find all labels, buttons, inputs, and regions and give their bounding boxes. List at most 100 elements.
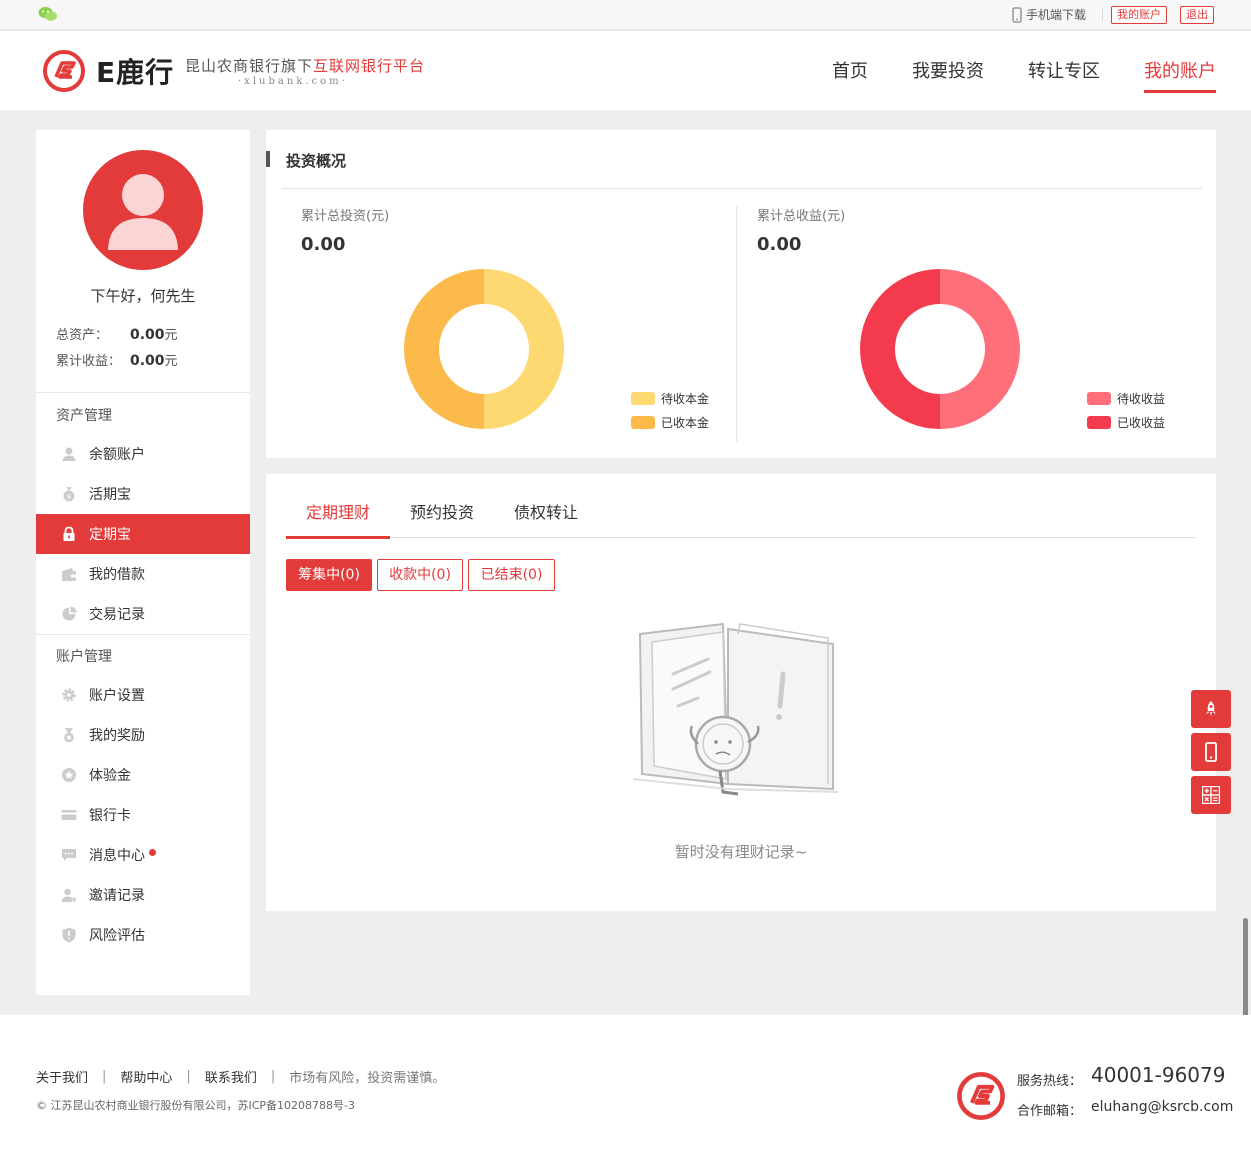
total-investment-value: 0.00 [301,234,346,255]
sidebar-item-label: 我的借款 [89,567,145,583]
mobile-download-label: 手机端下载 [1026,8,1087,22]
slogan-part2: 互联网银行平台 [313,57,426,75]
footer: 关于我们 | 帮助中心 | 联系我们 | 市场有风险，投资需谨慎。 © 江苏昆山… [0,1015,1251,1156]
donut-slice-待收收益 [940,269,1020,429]
sidebar-item-invites[interactable]: 邀请记录 [36,875,250,915]
nav-invest[interactable]: 我要投资 [912,57,984,83]
divider [736,206,737,442]
user-icon [62,447,76,461]
calculator-button[interactable] [1191,776,1231,814]
back-to-top-button[interactable] [1191,690,1231,728]
sidebar-item-rewards[interactable]: 我的奖励 [36,715,250,755]
nav-transfer[interactable]: 转让专区 [1028,57,1100,83]
sidebar-item-label: 交易记录 [89,607,145,623]
sidebar-item-label: 邀请记录 [89,888,145,904]
copyright: © 江苏昆山农村商业银行股份有限公司，苏ICP备10208788号-3 [36,1099,356,1112]
sidebar-item-label: 风险评估 [89,928,145,944]
sidebar-item-fixed[interactable]: 定期宝 [36,514,250,554]
medal-icon [64,728,74,743]
avatar[interactable] [83,150,203,270]
unread-dot [149,848,156,856]
sidebar-item-messages[interactable]: 消息中心 [36,835,250,875]
sidebar-item-trial-gold[interactable]: 体验金 [36,755,250,795]
logout-button[interactable]: 退出 [1180,6,1214,24]
mobile-app-button[interactable] [1191,733,1231,771]
total-income-label: 累计收益： [56,354,122,369]
legend-swatch [631,416,655,429]
footer-logo-icon [957,1072,1005,1120]
separator: | [186,1069,191,1084]
product-list-panel: 定期理财 预约投资 债权转让 筹集中(0) 收款中(0) 已结束(0) 暂时没有… [266,474,1216,911]
sidebar-item-label: 消息中心 [89,848,145,864]
user-avatar-icon [108,174,178,250]
filter-ended-button[interactable]: 已结束(0) [468,559,555,591]
legend-item: 待收收益 [1087,390,1165,407]
separator: | [270,1069,276,1084]
nav-active-indicator [1144,90,1216,93]
tab-fixed-finance[interactable]: 定期理财 [306,499,370,523]
legend-item: 已收本金 [631,414,709,431]
legend-swatch [1087,392,1111,405]
hotline-label: 服务热线： [1017,1074,1083,1089]
email-address[interactable]: eluhang@ksrcb.com [1091,1099,1233,1115]
gear-icon [62,688,76,702]
tab-debt-transfer[interactable]: 债权转让 [514,499,578,523]
calculator-icon [1202,786,1220,804]
star-badge-icon [62,768,76,782]
divider [36,634,250,635]
total-income-unit: 元 [164,354,178,369]
sidebar-item-label: 定期宝 [89,527,131,543]
sidebar-item-transactions[interactable]: 交易记录 [36,594,250,634]
title-marker [266,151,270,167]
my-account-button[interactable]: 我的账户 [1111,6,1167,24]
legend-label: 待收本金 [661,392,710,406]
wechat-icon[interactable] [38,6,58,22]
sidebar-item-label: 我的奖励 [89,728,145,744]
lock-icon [63,526,75,541]
sidebar-item-settings[interactable]: 账户设置 [36,675,250,715]
credit-card-icon [61,810,77,820]
nav-my-account[interactable]: 我的账户 [1144,57,1216,83]
filter-collecting-button[interactable]: 收款中(0) [377,559,463,591]
tab-active-indicator [286,536,390,539]
investment-donut-chart [404,269,564,429]
total-assets: 总资产： 0.00元 [56,324,178,343]
chat-bubble-icon [62,849,76,861]
tab-reservation[interactable]: 预约投资 [410,499,474,523]
empty-book-illustration [632,622,839,796]
total-income-value: 0.00 [757,234,802,255]
sidebar-item-label: 银行卡 [89,808,131,824]
divider [282,188,1202,189]
filter-raising-button[interactable]: 筹集中(0) [286,559,372,591]
footer-link-contact[interactable]: 联系我们 [205,1067,257,1086]
greeting: 下午好，何先生 [90,287,196,305]
legend-label: 待收收益 [1117,392,1166,406]
footer-link-help[interactable]: 帮助中心 [120,1067,172,1086]
nav-home[interactable]: 首页 [832,57,868,83]
total-income: 累计收益： 0.00元 [56,350,178,369]
sidebar-item-risk[interactable]: 风险评估 [36,915,250,955]
sidebar: 下午好，何先生 总资产： 0.00元 累计收益： 0.00元 资产管理 余额账户… [36,130,250,995]
logo-icon[interactable] [42,49,86,93]
total-income-label: 累计总收益(元) [757,209,846,224]
sidebar-item-label: 体验金 [89,768,131,784]
sidebar-item-bank-card[interactable]: 银行卡 [36,795,250,835]
separator: | [102,1069,107,1084]
brand-name[interactable]: E鹿行 [96,51,174,91]
wallet-icon [62,568,76,581]
donut-slice-待收本金 [484,269,564,429]
header: E鹿行 昆山农商银行旗下互联网银行平台 ·xlubank.com· 首页 我要投… [0,31,1251,110]
sidebar-item-label: 活期宝 [89,487,131,503]
top-bar: 手机端下载 我的账户 退出 [0,0,1251,30]
sidebar-item-balance[interactable]: 余额账户 [36,434,250,474]
sidebar-item-demand[interactable]: ¥ 活期宝 [36,474,250,514]
sidebar-item-label: 余额账户 [89,447,145,463]
investment-overview-panel: 投资概况 累计总投资(元) 0.00 待收本金 已收本金 累计总收益(元) 0.… [266,130,1216,458]
money-bag-icon: ¥ [63,487,75,502]
divider [1102,8,1103,22]
footer-link-about[interactable]: 关于我们 [36,1067,88,1086]
mobile-download-link[interactable]: 手机端下载 [1012,6,1086,23]
sidebar-item-loans[interactable]: 我的借款 [36,554,250,594]
total-assets-label: 总资产： [56,328,109,343]
sidebar-item-label: 账户设置 [89,688,145,704]
